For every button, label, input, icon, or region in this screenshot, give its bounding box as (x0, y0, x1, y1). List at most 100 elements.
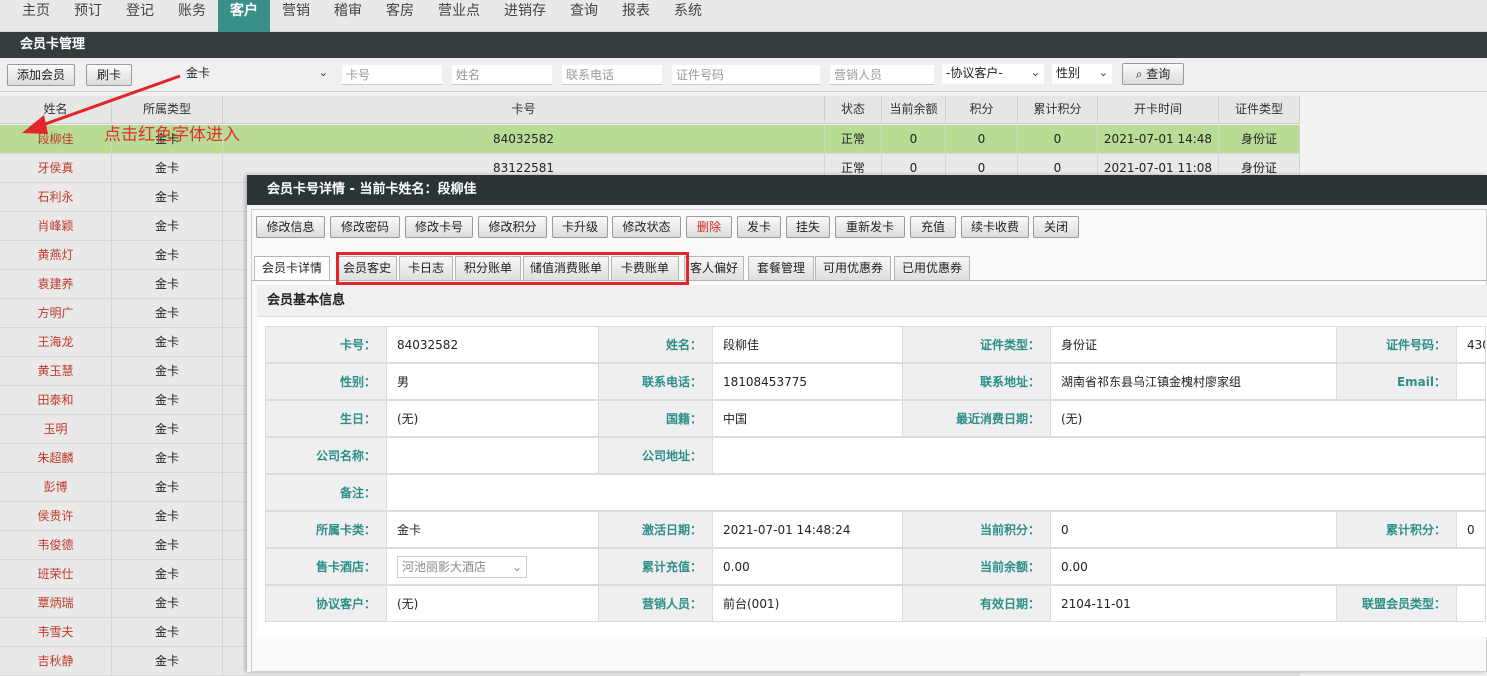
member-name-link[interactable]: 王海龙 (0, 328, 112, 357)
member-name-link[interactable]: 韦俊德 (0, 531, 112, 560)
nav-system[interactable]: 系统 (662, 0, 714, 32)
member-name-link[interactable]: 韦雪夫 (0, 618, 112, 647)
last-consume-value: (无) (1050, 400, 1486, 437)
report-loss-button[interactable]: 挂失 (786, 216, 830, 238)
tab-package-management[interactable]: 套餐管理 (748, 256, 814, 280)
balance-label: 当前余额： (902, 548, 1051, 585)
col-id-type: 证件类型 (1219, 96, 1300, 124)
card-type-cell: 金卡 (112, 560, 223, 589)
name-value: 段柳佳 (712, 326, 903, 363)
company-label: 公司名称： (265, 437, 387, 474)
card-type-cell: 金卡 (112, 299, 223, 328)
upgrade-card-button[interactable]: 卡升级 (552, 216, 608, 238)
member-name-link[interactable]: 田泰和 (0, 386, 112, 415)
col-total-points: 累计积分 (1018, 96, 1098, 124)
points-cell: 0 (946, 125, 1018, 154)
col-card-no: 卡号 (223, 96, 825, 124)
member-name-link[interactable]: 班荣仕 (0, 560, 112, 589)
search-button[interactable]: ⌕ 查询 (1122, 63, 1184, 85)
change-points-button[interactable]: 修改积分 (478, 216, 547, 238)
id-type-cell: 身份证 (1219, 125, 1300, 154)
card-type-cell: 金卡 (112, 357, 223, 386)
member-name-link[interactable]: 袁建养 (0, 270, 112, 299)
member-name-link[interactable]: 彭博 (0, 473, 112, 502)
card-type-label: 所属卡类： (265, 511, 387, 548)
change-password-button[interactable]: 修改密码 (330, 216, 400, 238)
gender-label: 性别： (265, 363, 387, 400)
nav-inventory[interactable]: 进销存 (496, 0, 554, 32)
balance-cell: 0 (882, 125, 946, 154)
sale-hotel-select[interactable]: 河池丽影大酒店 ⌄ (397, 556, 527, 578)
tab-available-coupons[interactable]: 可用优惠券 (815, 256, 891, 280)
email-label: Email： (1336, 363, 1457, 400)
expire-date-label: 有效日期： (902, 585, 1051, 622)
sale-hotel-cell: 河池丽影大酒店 ⌄ (386, 548, 599, 585)
nav-outlets[interactable]: 营业点 (426, 0, 492, 32)
col-status: 状态 (825, 96, 882, 124)
member-info-panel: 会员基本信息 卡号： 84032582 姓名： 段柳佳 证件类型： 身份证 证件… (257, 285, 1487, 637)
last-consume-label: 最近消费日期： (902, 400, 1051, 437)
sales-input[interactable]: 营销人员 (830, 65, 934, 85)
tab-card-details[interactable]: 会员卡详情 (254, 256, 330, 281)
nav-reports[interactable]: 报表 (610, 0, 662, 32)
id-no-value: 430 (1456, 326, 1486, 363)
member-name-link[interactable]: 侯贵许 (0, 502, 112, 531)
delete-button[interactable]: 删除 (686, 216, 732, 238)
info-row: 协议客户： (无) 营销人员： 前台(001) 有效日期： 2104-11-01… (265, 585, 1487, 622)
close-button[interactable]: 关闭 (1033, 216, 1079, 238)
card-no-value: 84032582 (386, 326, 599, 363)
phone-input[interactable]: 联系电话 (562, 65, 662, 85)
gender-value: 性别 (1056, 66, 1081, 80)
alliance-type-value (1456, 585, 1486, 622)
nav-audit[interactable]: 稽审 (322, 0, 374, 32)
card-type-cell: 金卡 (112, 241, 223, 270)
agreement-select[interactable]: -协议客户- ⌄ (942, 64, 1044, 84)
member-name-link[interactable]: 肖峰颖 (0, 212, 112, 241)
issue-card-button[interactable]: 发卡 (737, 216, 781, 238)
recharge-button[interactable]: 充值 (910, 216, 956, 238)
member-card-detail-dialog: 会员卡号详情 - 当前卡姓名：段柳佳 修改信息 修改密码 修改卡号 修改积分 卡… (247, 175, 1487, 672)
nav-query[interactable]: 查询 (558, 0, 610, 32)
nav-rooms[interactable]: 客房 (374, 0, 426, 32)
chevron-down-icon: ⌄ (511, 560, 522, 574)
renew-fee-button[interactable]: 续卡收费 (961, 216, 1029, 238)
nationality-label: 国籍： (598, 400, 713, 437)
card-type-cell: 金卡 (112, 618, 223, 647)
col-balance: 当前余额 (882, 96, 946, 124)
id-type-label: 证件类型： (902, 326, 1051, 363)
card-type-cell: 金卡 (112, 444, 223, 473)
member-name-link[interactable]: 黄玉慧 (0, 357, 112, 386)
member-name-link[interactable]: 朱超麟 (0, 444, 112, 473)
member-name-link[interactable]: 石利永 (0, 183, 112, 212)
status-cell: 正常 (825, 125, 882, 154)
info-row: 备注： (265, 474, 1487, 511)
info-row: 性别： 男 联系电话： 18108453775 联系地址： 湖南省祁东县乌江镇金… (265, 363, 1487, 400)
alliance-type-label: 联盟会员类型： (1336, 585, 1457, 622)
company-value (386, 437, 599, 474)
highlight-box (336, 252, 689, 285)
change-card-no-button[interactable]: 修改卡号 (405, 216, 473, 238)
member-name-link[interactable]: 覃炳瑞 (0, 589, 112, 618)
name-label: 姓名： (598, 326, 713, 363)
tab-used-coupons[interactable]: 已用优惠券 (894, 256, 970, 280)
card-type-cell: 金卡 (112, 531, 223, 560)
member-name-link[interactable]: 玉明 (0, 415, 112, 444)
name-input[interactable]: 姓名 (452, 65, 552, 85)
card-no-input[interactable]: 卡号 (342, 65, 442, 85)
id-no-input[interactable]: 证件号码 (672, 65, 820, 85)
change-status-button[interactable]: 修改状态 (612, 216, 681, 238)
edit-info-button[interactable]: 修改信息 (256, 216, 325, 238)
info-row: 售卡酒店： 河池丽影大酒店 ⌄ 累计充值： 0.00 当前余额： 0.00 (265, 548, 1487, 585)
member-name-link[interactable]: 黄燕灯 (0, 241, 112, 270)
gender-select[interactable]: 性别 ⌄ (1052, 64, 1112, 84)
reissue-card-button[interactable]: 重新发卡 (835, 216, 905, 238)
tab-guest-preference[interactable]: 客人偏好 (684, 256, 744, 280)
nav-marketing[interactable]: 营销 (270, 0, 322, 32)
member-name-link[interactable]: 方明广 (0, 299, 112, 328)
info-row: 生日： (无) 国籍： 中国 最近消费日期： (无) (265, 400, 1487, 437)
activate-date-value: 2021-07-01 14:48:24 (712, 511, 903, 548)
card-type-cell: 金卡 (112, 502, 223, 531)
card-type-cell: 金卡 (112, 473, 223, 502)
current-points-value: 0 (1050, 511, 1337, 548)
chevron-down-icon: ⌄ (318, 66, 328, 79)
